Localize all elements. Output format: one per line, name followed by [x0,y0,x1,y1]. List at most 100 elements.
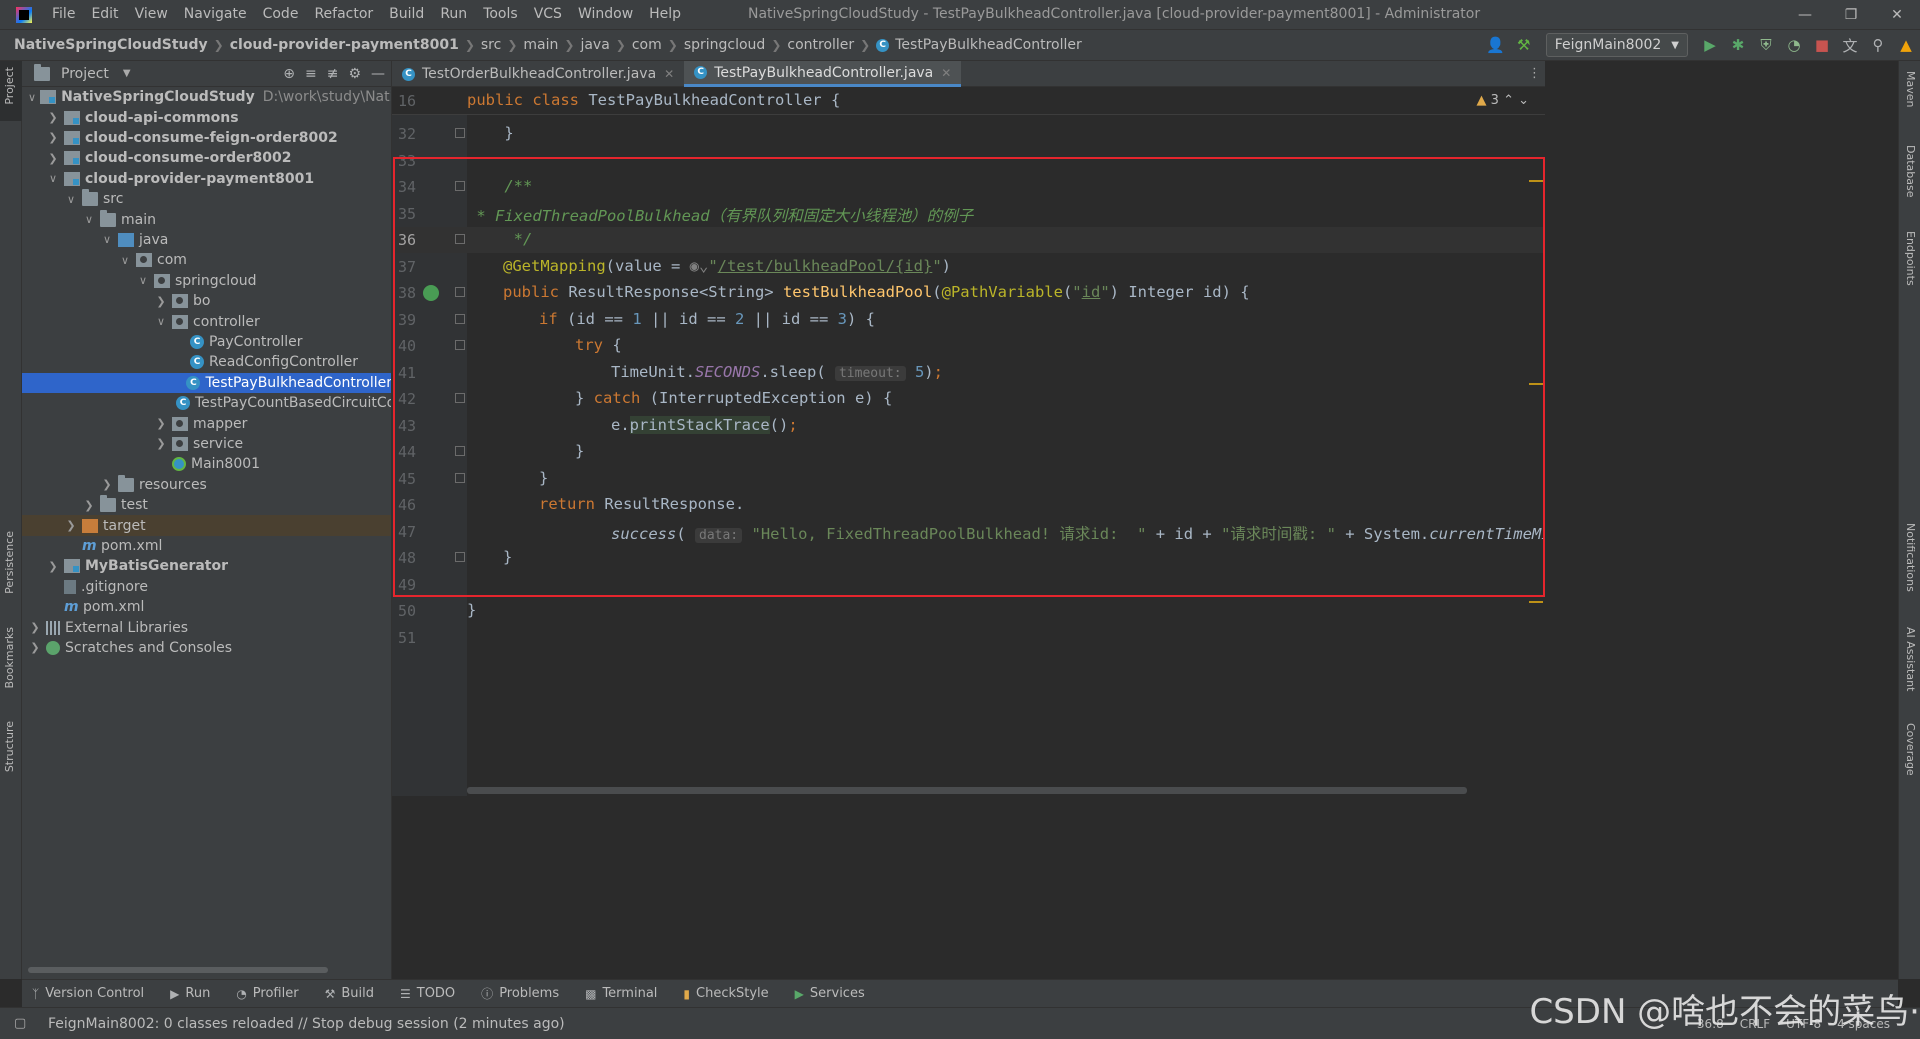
search-icon[interactable]: ⚲ [1864,30,1892,60]
menu-build[interactable]: Build [381,0,432,29]
tool-checkstyle[interactable]: ▮ CheckStyle [683,986,768,1001]
code-editor[interactable]: 16 public class TestPayBulkheadControlle… [392,87,1545,796]
tree-item[interactable]: ∨ java [22,230,391,250]
toggle-panels-icon[interactable]: ▢ [14,1016,26,1031]
tool-maven[interactable]: Maven [1904,71,1917,107]
tool-todo[interactable]: ☰ TODO [400,986,455,1001]
breadcrumb-com[interactable]: com [632,37,662,53]
tree-item[interactable]: m pom.xml [22,536,391,556]
project-panel-title[interactable]: Project [61,66,109,82]
hide-icon[interactable]: — [371,66,385,82]
chevron-down-icon[interactable]: ∨ [100,233,114,246]
tree-item[interactable]: .gitignore [22,577,391,597]
restore-icon[interactable]: ❐ [1828,0,1874,29]
tool-terminal[interactable]: ▩ Terminal [585,986,657,1001]
breadcrumb-java[interactable]: java [580,37,609,53]
menu-code[interactable]: Code [255,0,307,29]
tree-item[interactable]: ❯ service [22,434,391,454]
run-icon[interactable]: ▶ [1696,30,1724,60]
chevron-down-icon[interactable]: ∨ [28,91,36,104]
breadcrumb-project[interactable]: NativeSpringCloudStudy [14,37,208,53]
menu-run[interactable]: Run [432,0,475,29]
tree-item[interactable]: C ReadConfigController [22,352,391,372]
chevron-down-icon[interactable]: ▼ [123,68,131,79]
tree-item[interactable]: ❯ MyBatisGenerator [22,556,391,576]
tree-item[interactable]: ∨ main [22,209,391,229]
tool-run[interactable]: ▶ Run [170,986,210,1001]
tree-item[interactable]: ∨ com [22,250,391,270]
menu-navigate[interactable]: Navigate [176,0,255,29]
tool-database[interactable]: Database [1904,145,1917,198]
menu-file[interactable]: File [44,0,83,29]
chevron-right-icon[interactable]: ❯ [46,131,60,144]
tree-item[interactable]: ∨ cloud-provider-payment8001 [22,169,391,189]
tool-problems[interactable]: ⓘ Problems [481,985,559,1002]
status-message[interactable]: FeignMain8002: 0 classes reloaded // Sto… [48,1016,565,1032]
tree-item[interactable]: ❯ bo [22,291,391,311]
tool-bookmarks[interactable]: Bookmarks [3,627,16,688]
more-options-icon[interactable]: ⋮ [1528,61,1541,87]
run-config-selector[interactable]: FeignMain8002 ▼ [1545,33,1688,57]
gear-icon[interactable]: ⚙ [348,66,361,82]
breadcrumb-module[interactable]: cloud-provider-payment8001 [230,37,459,53]
collapse-all-icon[interactable]: ≢ [327,66,339,82]
expand-all-icon[interactable]: ≡ [305,66,317,82]
chevron-down-icon[interactable]: ∨ [118,254,132,267]
chevron-down-icon[interactable]: ∨ [136,274,150,287]
tool-ai-assistant[interactable]: AI Assistant [1904,627,1917,691]
tool-project[interactable]: Project [3,67,16,105]
tool-build[interactable]: ⚒ Build [325,986,374,1001]
menu-vcs[interactable]: VCS [526,0,570,29]
chevron-right-icon[interactable]: ❯ [46,560,60,573]
tree-item[interactable]: C TestPayCountBasedCircuitCon [22,393,391,413]
tree-item[interactable]: m pom.xml [22,597,391,617]
locate-icon[interactable]: ⊕ [283,66,295,82]
menu-window[interactable]: Window [570,0,641,29]
tree-item[interactable]: C TestPayBulkheadController [22,372,391,393]
close-tab-icon[interactable]: ✕ [941,66,951,80]
close-icon[interactable]: ✕ [1874,0,1920,29]
tab-test-pay-bulkhead[interactable]: C TestPayBulkheadController.java ✕ [684,61,962,87]
chevron-right-icon[interactable]: ❯ [46,152,60,165]
tree-item[interactable]: ∨ NativeSpringCloudStudy D:\work\study\Nat… [22,87,391,107]
tree-item[interactable]: ∨ springcloud [22,271,391,291]
tool-persistence[interactable]: Persistence [3,531,16,594]
chevron-right-icon[interactable]: ❯ [82,499,96,512]
tab-test-order-bulkhead[interactable]: C TestOrderBulkheadController.java ✕ [392,61,684,87]
hammer-build-icon[interactable]: ⚒ [1510,30,1538,60]
tree-item[interactable]: ❯ resources [22,474,391,495]
breadcrumb-controller[interactable]: controller [787,37,854,53]
tree-item[interactable]: ∨ controller [22,311,391,331]
chevron-down-icon[interactable]: ∨ [46,172,60,185]
tool-profiler[interactable]: ◔ Profiler [236,986,298,1001]
chevron-right-icon[interactable]: ❯ [154,417,168,430]
chevron-right-icon[interactable]: ❯ [28,641,42,654]
menu-help[interactable]: Help [641,0,689,29]
coverage-icon[interactable]: ⛨ [1752,30,1780,60]
tool-coverage[interactable]: Coverage [1904,723,1917,776]
tool-version-control[interactable]: ᛉ Version Control [32,986,144,1001]
warning-stripe[interactable] [1529,180,1543,182]
tree-item[interactable]: ❯ External Libraries [22,617,391,637]
breadcrumb-springcloud[interactable]: springcloud [684,37,766,53]
chevron-right-icon[interactable]: ❯ [100,478,114,491]
breadcrumb-main[interactable]: main [523,37,558,53]
warning-stripe[interactable] [1529,601,1543,603]
chevron-right-icon[interactable]: ❯ [28,621,42,634]
tree-item[interactable]: ❯ test [22,495,391,515]
editor-horizontal-scrollbar[interactable] [467,787,1467,794]
user-icon[interactable]: 👤 [1482,30,1510,60]
menu-view[interactable]: View [127,0,176,29]
menu-refactor[interactable]: Refactor [306,0,381,29]
chevron-right-icon[interactable]: ❯ [64,519,78,532]
breadcrumb-class[interactable]: TestPayBulkheadController [895,37,1082,53]
stop-icon[interactable]: ■ [1808,30,1836,60]
horizontal-scrollbar[interactable] [28,967,328,973]
close-tab-icon[interactable]: ✕ [664,67,674,81]
warnings-indicator[interactable]: ▲ 3 ⌃ ⌄ [1477,93,1529,108]
breadcrumb-src[interactable]: src [481,37,501,53]
menu-edit[interactable]: Edit [83,0,126,29]
tool-structure[interactable]: Structure [3,721,16,772]
chevron-right-icon[interactable]: ❯ [154,295,168,308]
tool-endpoints[interactable]: Endpoints [1904,231,1917,286]
